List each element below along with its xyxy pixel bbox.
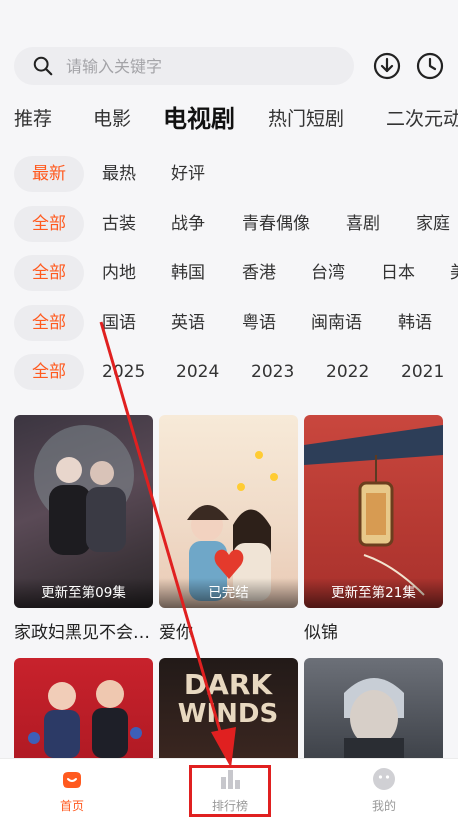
filter-language-all[interactable]: 全部: [14, 305, 84, 341]
region-filter-row: 全部 内地 韩国 香港 台湾 日本 美: [0, 255, 458, 291]
filter-year-2023[interactable]: 2023: [251, 354, 294, 390]
search-bar[interactable]: [14, 47, 354, 85]
poster-image: 更新至第21集: [304, 415, 443, 608]
filter-language-english[interactable]: 英语: [171, 305, 205, 341]
poster-art: [344, 678, 404, 758]
filter-sort-latest[interactable]: 最新: [14, 156, 84, 192]
search-input[interactable]: [64, 55, 328, 77]
filter-year-2021[interactable]: 2021: [401, 354, 444, 390]
smiley-icon: [373, 768, 395, 790]
filter-year-2025[interactable]: 2025: [102, 354, 145, 390]
tab-movies[interactable]: 电影: [93, 102, 131, 136]
nav-home[interactable]: 首页: [22, 759, 122, 821]
drama-card[interactable]: 已完结 爱你: [159, 415, 298, 643]
drama-card[interactable]: [14, 658, 153, 758]
card-title: 家政妇黑见不会…: [14, 623, 150, 643]
filter-year-2024[interactable]: 2024: [176, 354, 219, 390]
filter-region-usa[interactable]: 美: [450, 255, 458, 291]
filter-genre-comedy[interactable]: 喜剧: [346, 206, 380, 242]
filter-year-2022[interactable]: 2022: [326, 354, 369, 390]
filter-genre-war[interactable]: 战争: [171, 206, 205, 242]
history-clock-icon[interactable]: [416, 52, 444, 80]
nav-profile-label: 我的: [371, 799, 396, 813]
filter-language-mandarin[interactable]: 国语: [102, 305, 136, 341]
card-title: 似锦: [304, 623, 338, 643]
poster-title-line2: WINDS: [178, 699, 278, 729]
filter-genre-costume[interactable]: 古装: [102, 206, 136, 242]
home-icon: [63, 772, 81, 788]
filter-region-all[interactable]: 全部: [14, 255, 84, 291]
filter-region-mainland[interactable]: 内地: [102, 255, 136, 291]
filter-sort-rated[interactable]: 好评: [171, 156, 205, 192]
filter-language-cantonese[interactable]: 粤语: [242, 305, 276, 341]
tab-tv-series[interactable]: 电视剧: [163, 102, 235, 136]
tab-short-drama[interactable]: 热门短剧: [268, 102, 344, 136]
drama-card[interactable]: 更新至第21集 似锦: [304, 415, 443, 643]
tab-anime[interactable]: 二次元动: [386, 102, 458, 136]
language-filter-row: 全部 国语 英语 粤语 闽南语 韩语: [0, 305, 458, 341]
poster-art: [28, 680, 142, 758]
filter-genre-family[interactable]: 家庭: [416, 206, 450, 242]
poster-image: 更新至第09集: [14, 415, 153, 608]
year-filter-row: 全部 2025 2024 2023 2022 2021: [0, 354, 458, 390]
search-icon: [33, 56, 53, 76]
sort-filter-row: 最新 最热 好评: [0, 156, 458, 192]
drama-card[interactable]: 更新至第09集 家政妇黑见不会…: [14, 415, 153, 643]
download-icon[interactable]: [373, 52, 401, 80]
filter-region-japan[interactable]: 日本: [381, 255, 415, 291]
poster-art: DARK WINDS: [178, 668, 278, 729]
filter-region-korea[interactable]: 韩国: [171, 255, 205, 291]
nav-profile[interactable]: 我的: [334, 759, 434, 821]
episode-badge: 更新至第09集: [14, 578, 153, 608]
filter-sort-hot[interactable]: 最热: [102, 156, 136, 192]
tab-recommend[interactable]: 推荐: [14, 102, 52, 136]
nav-home-label: 首页: [59, 799, 84, 813]
highlight-box: [189, 765, 271, 817]
filter-genre-youth[interactable]: 青春偶像: [242, 206, 310, 242]
genre-filter-row: 全部 古装 战争 青春偶像 喜剧 家庭: [0, 206, 458, 242]
filter-year-all[interactable]: 全部: [14, 354, 84, 390]
filter-region-taiwan[interactable]: 台湾: [311, 255, 345, 291]
filter-genre-all[interactable]: 全部: [14, 206, 84, 242]
episode-badge: 已完结: [159, 578, 298, 608]
poster-image: 已完结: [159, 415, 298, 608]
filter-language-minnan[interactable]: 闽南语: [311, 305, 362, 341]
card-title: 爱你: [159, 623, 193, 643]
drama-card[interactable]: DARK WINDS: [159, 658, 298, 758]
category-tabs: 推荐 电影 电视剧 热门短剧 二次元动: [0, 102, 458, 136]
episode-badge: 更新至第21集: [304, 578, 443, 608]
filter-region-hongkong[interactable]: 香港: [242, 255, 276, 291]
filter-language-korean[interactable]: 韩语: [398, 305, 432, 341]
drama-card[interactable]: [304, 658, 443, 758]
poster-title-line1: DARK: [184, 668, 273, 701]
